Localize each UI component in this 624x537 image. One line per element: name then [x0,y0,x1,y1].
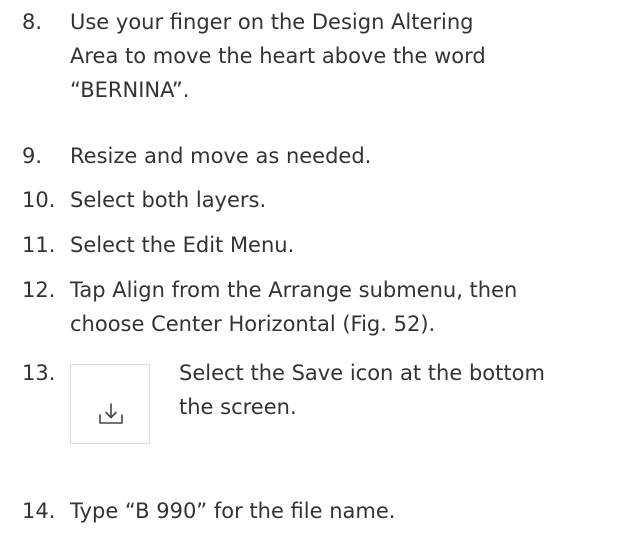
step-number: 10. [22,188,56,212]
step-text-line: Resize and move as needed. [70,144,372,168]
step-text-line: choose Center Horizontal (Fig. 52). [70,312,436,336]
step-number: 14. [22,499,56,523]
save-download-icon [99,403,123,424]
step-text-line: Select the Save icon at the bottom [179,361,545,385]
step-text-line: Type “B 990” for the file name. [70,499,396,523]
step-text: Use your finger on the Design Altering A… [70,5,618,107]
step-text: Tap Align from the Arrange submenu, then… [70,273,618,341]
step-text-line: Select both layers. [70,188,267,212]
step-text: Select the Save icon at the bottom the s… [179,356,624,424]
step-number: 8. [22,10,43,34]
save-icon-illustration [70,364,150,444]
step-text: Resize and move as needed. [70,139,618,173]
step-number: 11. [22,233,56,257]
step-text-line: Select the Edit Menu. [70,233,295,257]
step-text-line: Area to move the heart above the word [70,44,486,68]
step-number: 9. [22,144,43,168]
step-text-line: the screen. [179,395,297,419]
step-text-line: Use your finger on the Design Altering [70,10,474,34]
step-text: Select both layers. [70,183,618,217]
instruction-page: { "steps": [ { "number": "8.", "lines": … [0,0,624,537]
step-text: Type “B 990” for the file name. [70,494,618,528]
step-text-line: “BERNINA”. [70,78,190,102]
step-number: 13. [22,361,56,385]
step-number: 12. [22,278,56,302]
step-text-line: Tap Align from the Arrange submenu, then [70,278,518,302]
step-text: Select the Edit Menu. [70,228,618,262]
